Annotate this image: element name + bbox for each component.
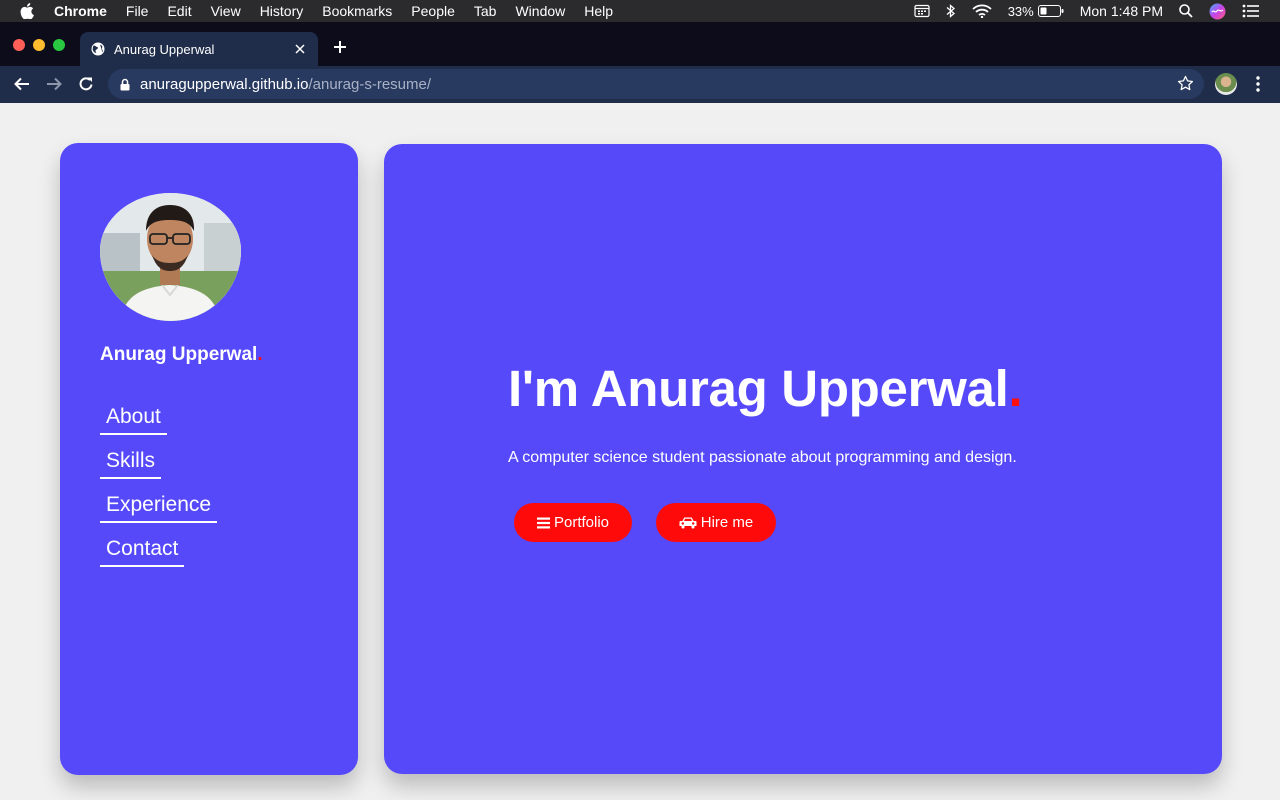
spotlight-search-icon[interactable] <box>1179 4 1193 18</box>
new-tab-button[interactable] <box>328 35 352 59</box>
profile-photo <box>100 193 241 321</box>
menu-people[interactable]: People <box>411 3 455 19</box>
menu-window[interactable]: Window <box>515 3 565 19</box>
wifi-icon[interactable] <box>972 4 992 18</box>
nav-about-link[interactable]: About <box>100 405 167 435</box>
browser-tab[interactable]: Anurag Upperwal <box>80 32 318 66</box>
menu-file[interactable]: File <box>126 3 149 19</box>
sidebar-name-dot: . <box>257 344 263 365</box>
window-controls <box>13 39 73 51</box>
menu-history[interactable]: History <box>260 3 304 19</box>
sidebar-name-text: Anurag Upperwal <box>100 344 258 365</box>
apple-icon[interactable] <box>20 3 38 19</box>
url-path: /anurag-s-resume/ <box>308 75 432 93</box>
tab-strip: Anurag Upperwal <box>0 22 1280 66</box>
hero-card: I'm Anurag Upperwal. A computer science … <box>384 144 1222 774</box>
bars-icon <box>536 517 550 529</box>
back-arrow-icon[interactable] <box>13 75 31 93</box>
battery-percent: 33% <box>1007 3 1034 19</box>
hero-title: I'm Anurag Upperwal. <box>508 359 1023 418</box>
portfolio-button-label: Portfolio <box>553 514 610 531</box>
bluetooth-icon[interactable] <box>946 3 956 19</box>
car-icon <box>679 516 697 529</box>
tab-title: Anurag Upperwal <box>114 41 215 57</box>
profile-avatar[interactable] <box>1215 73 1237 95</box>
nav-contact-link[interactable]: Contact <box>100 537 185 567</box>
hero-subtitle: A computer science student passionate ab… <box>508 449 1017 466</box>
more-options-icon[interactable] <box>1251 75 1265 93</box>
sidebar-nav: About Skills Experience Contact <box>100 405 218 581</box>
portfolio-button[interactable]: Portfolio <box>514 503 632 542</box>
address-bar[interactable]: anuragupperwal.github.io /anurag-s-resum… <box>108 69 1204 99</box>
bookmark-star-icon[interactable] <box>1177 75 1194 92</box>
menu-help[interactable]: Help <box>584 3 613 19</box>
forward-arrow-icon[interactable] <box>45 75 63 93</box>
browser-toolbar: anuragupperwal.github.io /anurag-s-resum… <box>0 66 1280 103</box>
calendar-icon[interactable] <box>914 4 930 18</box>
close-window-button[interactable] <box>13 39 25 51</box>
nav-skills-link[interactable]: Skills <box>100 449 162 479</box>
sidebar-card: Anurag Upperwal. About Skills Experience… <box>60 143 358 775</box>
menu-clock[interactable]: Mon 1:48 PM <box>1080 3 1163 19</box>
hero-title-dot: . <box>1008 360 1023 417</box>
sidebar-name: Anurag Upperwal. <box>100 344 263 366</box>
menu-view[interactable]: View <box>211 3 241 19</box>
hire-me-button[interactable]: Hire me <box>656 503 776 542</box>
menu-bar: Chrome File Edit View History Bookmarks … <box>0 0 1280 22</box>
menu-app-chrome[interactable]: Chrome <box>54 3 107 19</box>
menu-edit[interactable]: Edit <box>167 3 191 19</box>
notification-center-icon[interactable] <box>1242 4 1260 18</box>
zoom-window-button[interactable] <box>53 39 65 51</box>
minimize-window-button[interactable] <box>33 39 45 51</box>
menu-bookmarks[interactable]: Bookmarks <box>322 3 392 19</box>
url-host: anuragupperwal.github.io <box>140 75 309 93</box>
reload-icon[interactable] <box>77 75 95 93</box>
hero-title-text: I'm Anurag Upperwal <box>508 360 1009 417</box>
nav-experience-link[interactable]: Experience <box>100 493 218 523</box>
hire-me-button-label: Hire me <box>700 514 754 531</box>
siri-icon[interactable] <box>1209 3 1226 20</box>
menu-tab[interactable]: Tab <box>474 3 497 19</box>
lock-icon[interactable] <box>120 78 130 91</box>
globe-icon <box>91 42 105 56</box>
battery-icon[interactable] <box>1037 5 1064 17</box>
close-tab-icon[interactable] <box>292 41 308 57</box>
